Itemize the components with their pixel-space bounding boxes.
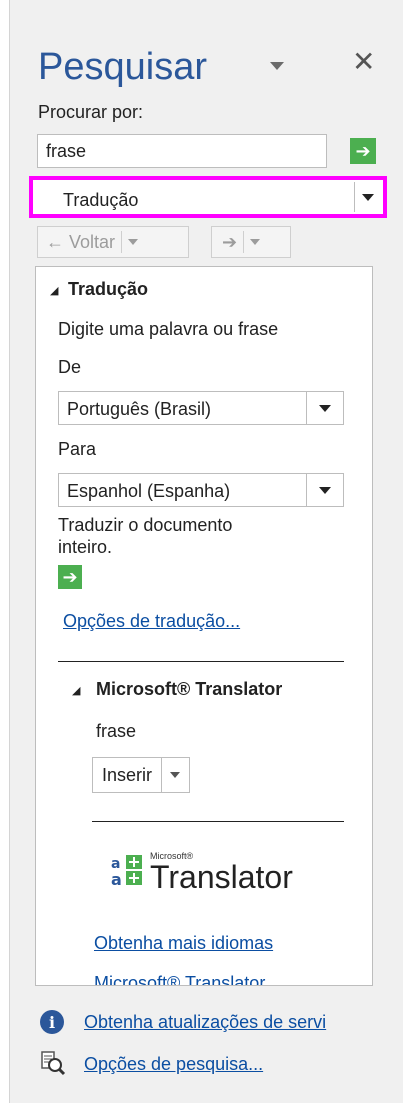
ms-translator-link[interactable]: Microsoft® Translator — [94, 973, 265, 985]
translation-section-title: Tradução — [68, 279, 149, 299]
results-panel: ◢ Tradução Digite uma palavra ou frase D… — [35, 266, 373, 986]
translate-document-text-2: inteiro. — [58, 537, 113, 557]
back-button[interactable]: ← Voltar — [46, 232, 115, 253]
back-dropdown-icon[interactable] — [128, 239, 139, 245]
from-language-dropdown[interactable]: Português (Brasil) — [58, 391, 344, 425]
from-label: De — [58, 357, 82, 377]
back-button-group[interactable]: ← Voltar — [37, 226, 189, 258]
translated-word: frase — [96, 721, 137, 741]
to-language-dropdown[interactable]: Espanhol (Espanha) — [58, 473, 344, 507]
chevron-down-icon[interactable] — [306, 392, 343, 424]
reference-source-dropdown[interactable]: Tradução — [29, 176, 387, 218]
get-more-languages-link[interactable]: Obtenha mais idiomas — [94, 933, 273, 954]
translation-instruction: Digite uma palavra ou frase — [58, 319, 279, 339]
translate-document-text-1: Traduzir o documento — [58, 515, 233, 535]
forward-button-group[interactable]: ➔ — [211, 226, 291, 258]
info-icon: i — [40, 1010, 64, 1034]
to-language-value: Espanhol (Espanha) — [67, 481, 231, 501]
reference-source-value: Tradução — [63, 190, 139, 210]
translator-logo-icon: a a — [110, 853, 144, 889]
insert-button-group[interactable]: Inserir — [92, 757, 190, 793]
search-options-icon — [40, 1050, 66, 1076]
search-for-label: Procurar por: — [38, 102, 144, 122]
svg-text:a: a — [111, 870, 122, 887]
arrow-right-icon: ➔ — [62, 566, 78, 587]
search-input[interactable]: frase — [37, 134, 327, 168]
translation-options-link[interactable]: Opções de tradução... — [63, 611, 240, 632]
divider — [92, 821, 344, 822]
collapse-triangle-icon[interactable]: ◢ — [50, 284, 58, 297]
to-label: Para — [58, 439, 97, 459]
search-options-link[interactable]: Opções de pesquisa... — [84, 1054, 263, 1075]
insert-button[interactable]: Inserir — [93, 765, 161, 786]
collapse-triangle-icon[interactable]: ◢ — [72, 684, 80, 697]
divider — [58, 661, 344, 662]
ms-translator-section-title: Microsoft® Translator — [96, 679, 283, 699]
pane-title: Pesquisar — [38, 46, 207, 88]
start-search-button[interactable]: ➔ — [350, 138, 376, 164]
pane-options-dropdown-icon[interactable] — [270, 62, 284, 70]
close-icon[interactable]: ✕ — [352, 48, 375, 76]
chevron-down-icon[interactable] — [160, 758, 189, 792]
logo-translator-text: Translator — [150, 859, 293, 895]
arrow-right-icon: ➔ — [355, 140, 371, 161]
chevron-down-icon[interactable] — [306, 474, 343, 506]
forward-dropdown-icon[interactable] — [250, 239, 261, 245]
translate-document-button[interactable]: ➔ — [58, 565, 82, 589]
get-updates-link[interactable]: Obtenha atualizações de servi — [84, 1012, 326, 1033]
from-language-value: Português (Brasil) — [67, 399, 212, 419]
forward-button[interactable]: ➔ — [222, 232, 237, 253]
chevron-down-icon[interactable] — [354, 182, 381, 212]
